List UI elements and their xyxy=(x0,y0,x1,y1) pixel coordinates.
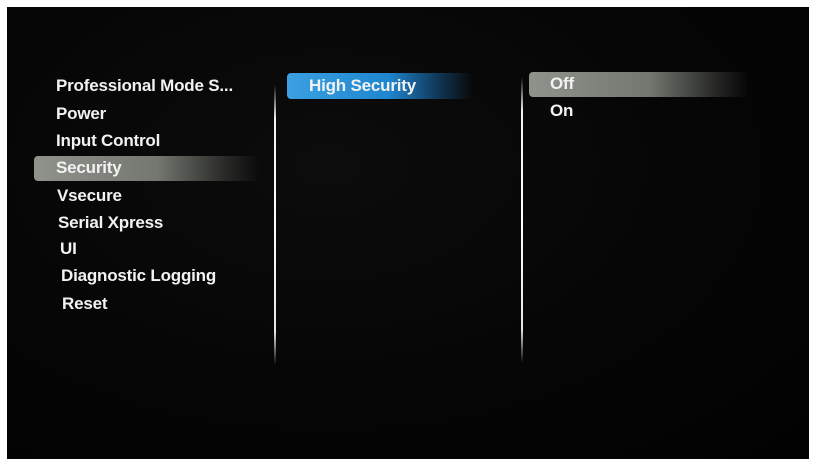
menu-item-label: Serial Xpress xyxy=(58,213,164,232)
tv-screen: Professional Mode S... Power Input Contr… xyxy=(7,7,809,459)
menu-item-label: Security xyxy=(56,158,122,177)
menu-item-label: Power xyxy=(56,104,107,123)
submenu-item-label: High Security xyxy=(309,76,416,95)
column-divider xyxy=(274,85,276,365)
column-divider xyxy=(521,77,523,363)
menu-item-ui[interactable]: UI xyxy=(60,236,77,262)
menu-item-label: Vsecure xyxy=(57,186,122,205)
menu-item-label: Professional Mode S... xyxy=(56,76,233,95)
menu-item-input-control[interactable]: Input Control xyxy=(56,128,160,154)
menu-item-label: Diagnostic Logging xyxy=(61,266,217,285)
menu-item-power[interactable]: Power xyxy=(56,101,106,127)
menu-item-diagnostic-logging[interactable]: Diagnostic Logging xyxy=(61,263,216,289)
option-off[interactable]: Off xyxy=(529,71,749,97)
menu-item-professional-mode[interactable]: Professional Mode S... xyxy=(56,73,233,99)
menu-item-serial-xpress[interactable]: Serial Xpress xyxy=(58,210,163,236)
option-label: On xyxy=(550,101,574,120)
menu-item-security[interactable]: Security xyxy=(34,155,259,181)
option-label: Off xyxy=(550,74,574,93)
menu-item-reset[interactable]: Reset xyxy=(62,291,108,317)
menu-item-vsecure[interactable]: Vsecure xyxy=(57,183,122,209)
option-on[interactable]: On xyxy=(550,98,573,124)
menu-item-label: Reset xyxy=(62,294,108,313)
submenu-item-high-security[interactable]: High Security xyxy=(287,73,472,99)
menu-item-label: UI xyxy=(60,239,77,258)
menu-item-label: Input Control xyxy=(56,131,161,150)
